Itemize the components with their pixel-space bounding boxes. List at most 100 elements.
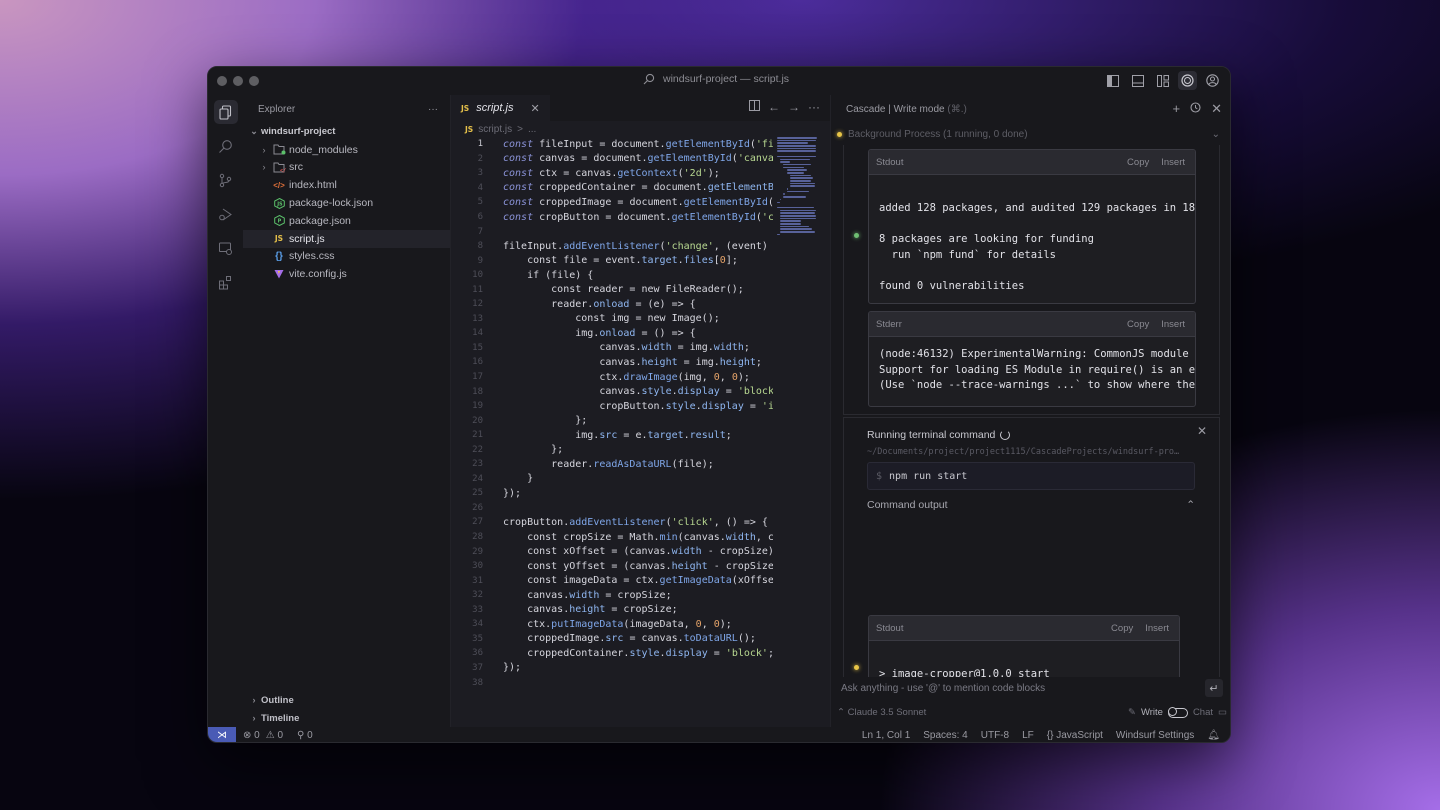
code-line[interactable]: 15 canvas.width = img.width; [451, 341, 830, 356]
go-forward-icon[interactable]: → [788, 100, 800, 114]
go-back-icon[interactable]: ← [768, 100, 780, 114]
close-panel-icon[interactable]: ✕ [1211, 101, 1222, 117]
account-icon[interactable] [1203, 71, 1222, 90]
code-line[interactable]: 8 fileInput.addEventListener('change', (e… [451, 239, 830, 254]
tree-item-node-modules[interactable]: › node_modules [243, 141, 450, 159]
code-line[interactable]: 1 const fileInput = document.getElementBy… [451, 137, 830, 152]
code-line[interactable]: 28 const cropSize = Math.min(canvas.widt… [451, 530, 830, 545]
code-line[interactable]: 16 canvas.height = img.height; [451, 355, 830, 370]
code-line[interactable]: 5 const croppedImage = document.getElemen… [451, 195, 830, 210]
code-line[interactable]: 13 const img = new Image(); [451, 312, 830, 327]
breadcrumb-symbol[interactable]: ... [528, 124, 536, 135]
mode-toggle[interactable]: ✎ Write Chat ▭ [1128, 707, 1227, 718]
code-line[interactable]: 3 const ctx = canvas.getContext('2d'); [451, 166, 830, 181]
problems-indicator[interactable]: ⊗ 0 ⚠ 0 ⚲ 0 [243, 730, 313, 741]
insert-button[interactable]: Insert [1161, 157, 1185, 168]
code-line[interactable]: 26 [451, 501, 830, 516]
code-line[interactable]: 34 ctx.putImageData(imageData, 0, 0); [451, 617, 830, 632]
tab-script-js[interactable]: JS script.js ✕ [451, 95, 550, 121]
customize-layout-icon[interactable] [1153, 71, 1172, 90]
code-line[interactable]: 25}); [451, 486, 830, 501]
code-line[interactable]: 17 ctx.drawImage(img, 0, 0); [451, 370, 830, 385]
toggle-panel-icon[interactable] [1128, 71, 1147, 90]
tree-item-package-lock-json[interactable]: JS package-lock.json [243, 194, 450, 212]
tree-item-index-html[interactable]: </> index.html [243, 176, 450, 194]
insert-button[interactable]: Insert [1161, 319, 1185, 330]
windsurf-settings[interactable]: Windsurf Settings [1116, 730, 1194, 741]
split-editor-icon[interactable] [749, 100, 760, 114]
close-icon[interactable]: ✕ [1197, 424, 1207, 438]
code-line[interactable]: 21 img.src = e.target.result; [451, 428, 830, 443]
code-line[interactable]: 27 cropButton.addEventListener('click', (… [451, 515, 830, 530]
indentation[interactable]: Spaces: 4 [923, 730, 967, 741]
command-center[interactable]: windsurf-project — script.js [643, 73, 789, 85]
code-line[interactable]: 19 cropButton.style.display = 'in [451, 399, 830, 414]
activity-search[interactable] [208, 129, 243, 163]
remote-indicator[interactable]: ⋊ [208, 727, 236, 742]
breadcrumb-file[interactable]: script.js [478, 124, 512, 135]
activity-run-debug[interactable] [208, 197, 243, 231]
code-line[interactable]: 7 [451, 224, 830, 239]
copy-button[interactable]: Copy [1127, 319, 1149, 330]
code-line[interactable]: 23 reader.readAsDataURL(file); [451, 457, 830, 472]
code-line[interactable]: 4 const croppedContainer = document.getEl… [451, 181, 830, 196]
toggle-primary-sidebar-icon[interactable] [1103, 71, 1122, 90]
explorer-more-button[interactable]: ··· [428, 104, 438, 115]
chevron-down-icon[interactable]: ⌄ [1212, 129, 1220, 140]
code-line[interactable]: 37}); [451, 661, 830, 676]
code-line[interactable]: 6 const cropButton = document.getElementB… [451, 210, 830, 225]
code-line[interactable]: 29 const xOffset = (canvas.width - cropS… [451, 544, 830, 559]
send-button[interactable]: ↵ [1205, 679, 1223, 697]
code-line[interactable]: 18 canvas.style.display = 'block' [451, 384, 830, 399]
tree-root-folder[interactable]: ⌄ windsurf-project [243, 123, 450, 141]
command-output-toggle[interactable]: Command output ⌃ [867, 499, 1195, 511]
activity-explorer[interactable] [208, 95, 243, 129]
code-line[interactable]: 10 if (file) { [451, 268, 830, 283]
activity-remote-explorer[interactable] [208, 231, 243, 265]
mode-switch[interactable] [1167, 707, 1188, 718]
copy-button[interactable]: Copy [1127, 157, 1149, 168]
code-line[interactable]: 14 img.onload = () => { [451, 326, 830, 341]
insert-button[interactable]: Insert [1145, 623, 1169, 634]
code-line[interactable]: 24 } [451, 472, 830, 487]
code-line[interactable]: 32 canvas.width = cropSize; [451, 588, 830, 603]
close-tab-icon[interactable]: ✕ [530, 102, 539, 115]
code-line[interactable]: 11 const reader = new FileReader(); [451, 282, 830, 297]
timeline-section[interactable]: › Timeline [243, 709, 450, 727]
windsurf-icon[interactable] [1178, 71, 1197, 90]
copy-button[interactable]: Copy [1111, 623, 1133, 634]
activity-extensions[interactable] [208, 265, 243, 299]
minimize-window-button[interactable] [233, 76, 243, 86]
close-window-button[interactable] [217, 76, 227, 86]
tree-item-src[interactable]: › </> src [243, 159, 450, 177]
language-mode[interactable]: {} JavaScript [1047, 730, 1103, 741]
code-line[interactable]: 22 }; [451, 442, 830, 457]
tree-item-vite-config-js[interactable]: vite.config.js [243, 265, 450, 283]
code-line[interactable]: 9 const file = event.target.files[0]; [451, 253, 830, 268]
end-of-line[interactable]: LF [1022, 730, 1034, 741]
background-process-bar[interactable]: Background Process (1 running, 0 done) ⌄ [831, 123, 1230, 145]
code-line[interactable]: 2 const canvas = document.getElementById(… [451, 152, 830, 167]
minimap[interactable] [777, 137, 819, 236]
activity-source-control[interactable] [208, 163, 243, 197]
code-line[interactable]: 33 canvas.height = cropSize; [451, 603, 830, 618]
code-line[interactable]: 35 croppedImage.src = canvas.toDataURL()… [451, 632, 830, 647]
code-line[interactable]: 36 croppedContainer.style.display = 'blo… [451, 646, 830, 661]
code-line[interactable]: 38 [451, 675, 830, 690]
history-icon[interactable] [1190, 101, 1201, 117]
code-editor[interactable]: 1 const fileInput = document.getElementBy… [451, 137, 830, 690]
tree-item-package-json[interactable]: P package.json [243, 212, 450, 230]
notifications-bell-icon[interactable]: 🔔︎ [1207, 730, 1220, 741]
ask-input[interactable]: Ask anything - use '@' to mention code b… [841, 683, 1045, 694]
outline-section[interactable]: › Outline [243, 691, 450, 709]
code-line[interactable]: 31 const imageData = ctx.getImageData(xO… [451, 573, 830, 588]
encoding[interactable]: UTF-8 [981, 730, 1009, 741]
code-line[interactable]: 20 }; [451, 413, 830, 428]
tree-item-styles-css[interactable]: {} styles.css [243, 248, 450, 266]
code-line[interactable]: 12 reader.onload = (e) => { [451, 297, 830, 312]
cursor-position[interactable]: Ln 1, Col 1 [862, 730, 910, 741]
maximize-window-button[interactable] [249, 76, 259, 86]
new-conversation-icon[interactable]: + [1173, 101, 1181, 117]
tree-item-script-js[interactable]: JS script.js [243, 229, 450, 248]
code-line[interactable]: 30 const yOffset = (canvas.height - crop… [451, 559, 830, 574]
